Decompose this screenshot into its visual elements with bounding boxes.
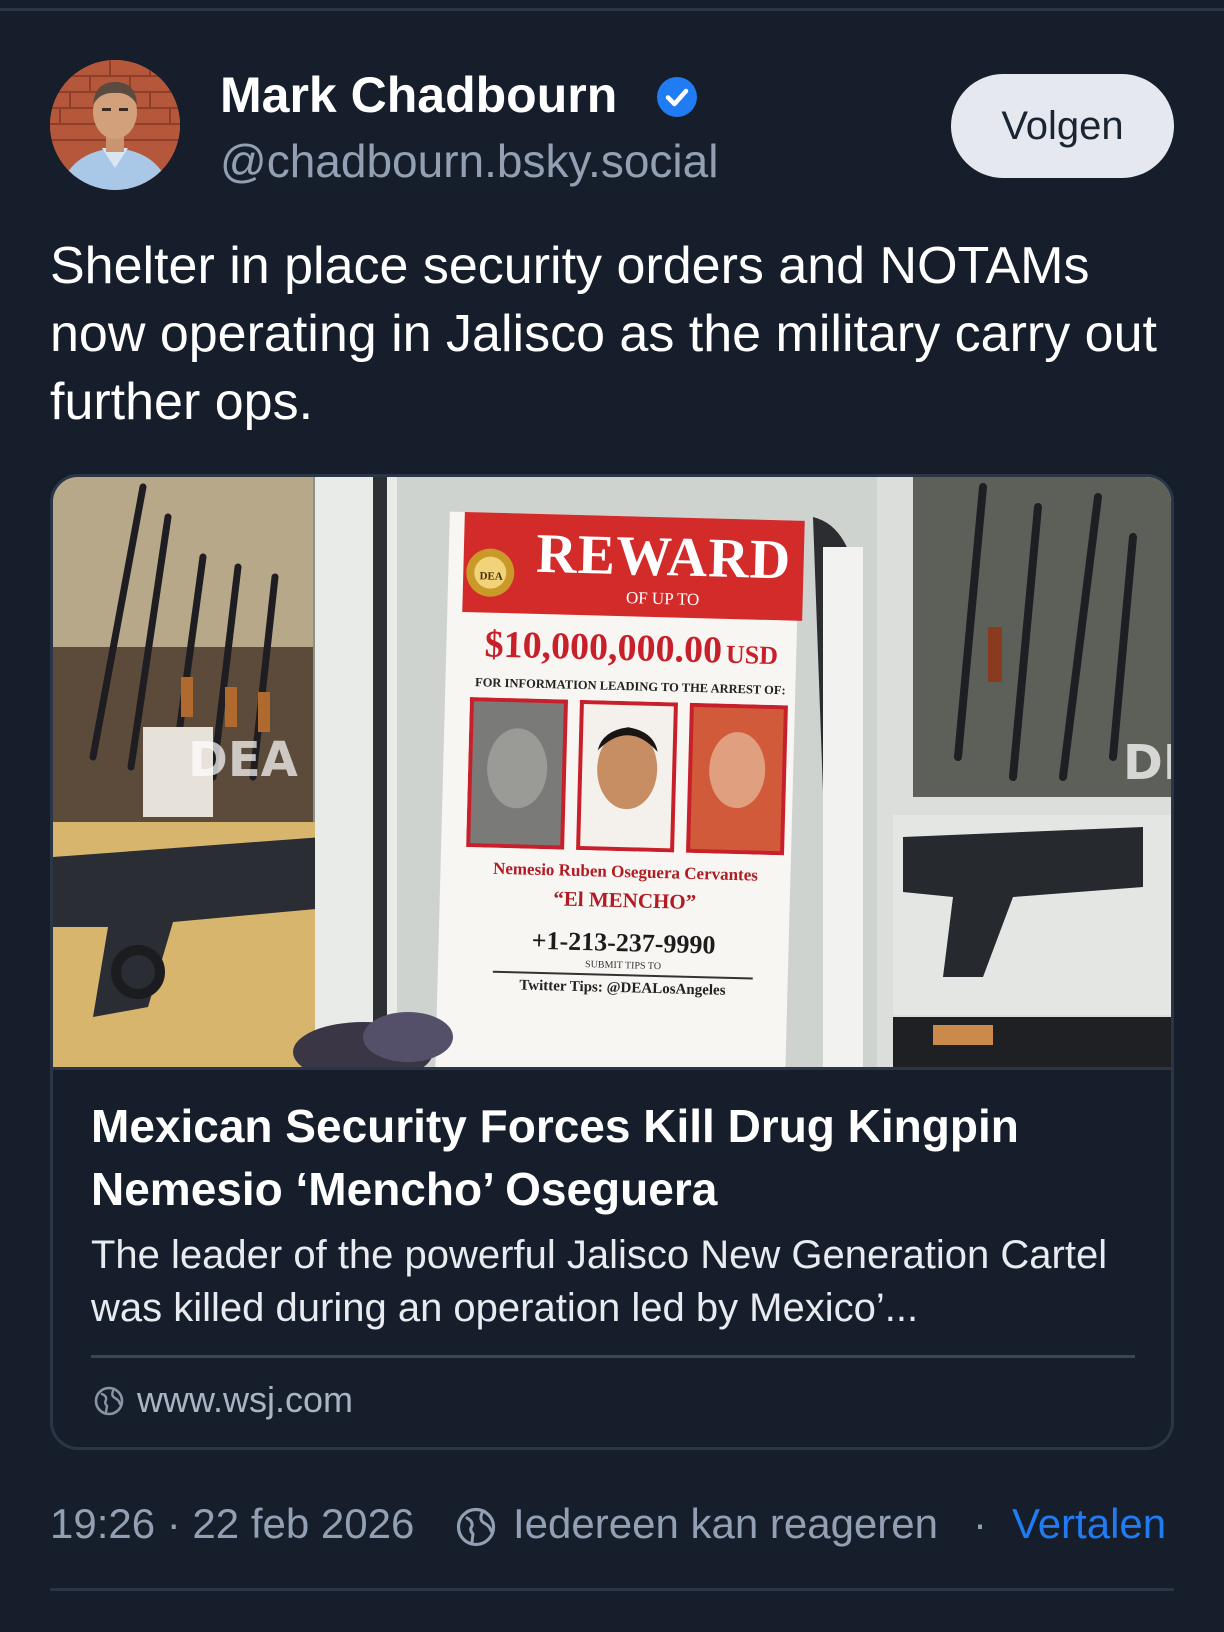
post-text: Shelter in place security orders and NOT… [50,237,1157,431]
poster-suspect-photos [466,697,788,856]
poster-dea-badge: DEA [479,570,503,583]
dea-watermark-left: DEA [188,732,298,788]
verified-check-icon [657,77,697,117]
avatar[interactable] [50,60,180,190]
link-card-domain[interactable]: www.wsj.com [137,1379,353,1421]
poster-amount-line: $10,000,000.00 USD [461,622,802,675]
link-card-description: The leader of the powerful Jalisco New G… [91,1233,1108,1330]
author-handle[interactable]: @chadbourn.bsky.social [220,134,718,188]
post-timestamp[interactable]: 19:26 · 22 feb 2026 [50,1500,414,1548]
link-card-divider [91,1355,1135,1358]
translate-link[interactable]: Vertalen [1012,1500,1166,1548]
top-divider [0,8,1224,11]
dea-watermark-right: DE [1123,735,1171,791]
poster-reward-title: REWARD [535,522,792,592]
link-card-title[interactable]: Mexican Security Forces Kill Drug Kingpi… [91,1095,1141,1221]
avatar-image [50,60,180,190]
post-meta: 19:26 · 22 feb 2026 Iedereen kan reagere… [50,1500,1174,1556]
author-name[interactable]: Mark Chadbourn [220,66,617,124]
bottom-divider [50,1588,1174,1591]
globe-icon [456,1507,496,1547]
poster-amount: $10,000,000.00 [484,623,723,672]
link-card[interactable]: DEA REWARD OF UP TO $10,000,000.00 USD F… [50,474,1174,1450]
card-image-divider [53,1067,1171,1070]
follow-button[interactable]: Volgen [951,74,1174,178]
globe-icon [94,1386,124,1416]
link-card-image[interactable]: DEA REWARD OF UP TO $10,000,000.00 USD F… [53,477,1171,1067]
poster-currency: USD [725,639,779,671]
meta-separator: · [973,1500,987,1547]
reply-setting[interactable]: Iedereen kan reageren [513,1500,938,1548]
